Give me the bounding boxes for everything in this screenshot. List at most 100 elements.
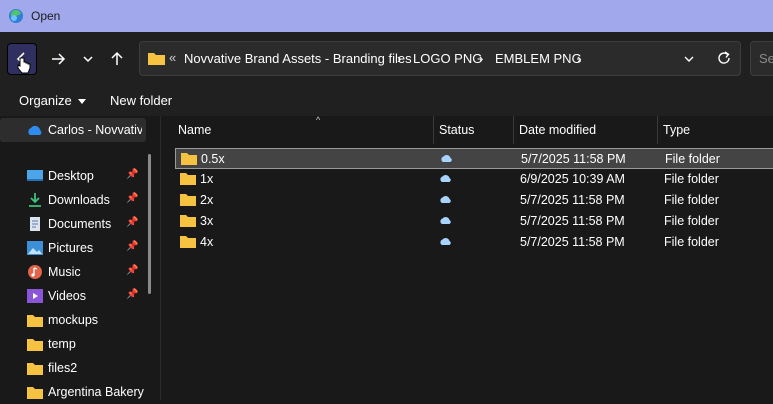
title-bar: Open: [0, 0, 773, 32]
cloud-icon: [28, 125, 42, 135]
table-row[interactable]: 0.5x 5/7/2025 11:58 PM File folder: [175, 148, 773, 169]
navigation-bar: « Novvative Brand Assets - Branding file…: [0, 32, 773, 86]
cloud-icon: [440, 195, 451, 203]
sidebar-item-label: Desktop: [48, 169, 94, 183]
folder-icon: [180, 236, 196, 248]
column-divider[interactable]: [657, 116, 658, 144]
sidebar-item-onedrive[interactable]: Carlos - Novvative: [0, 118, 146, 142]
breadcrumb-emblem-png[interactable]: EMBLEM PNG: [495, 51, 582, 66]
desktop-icon: [27, 170, 43, 181]
documents-icon: [30, 217, 40, 231]
file-type: File folder: [664, 193, 719, 207]
column-divider[interactable]: [433, 116, 434, 144]
pin-icon: 📌: [126, 289, 139, 300]
file-type: File folder: [664, 214, 719, 228]
music-icon: [28, 265, 42, 279]
sidebar-item-label: Carlos - Novvative: [48, 123, 142, 137]
folder-icon: [180, 173, 196, 185]
chevron-down-icon: [77, 99, 86, 105]
sidebar-item-temp[interactable]: temp: [0, 332, 150, 356]
sidebar-scrollbar[interactable]: [148, 154, 151, 294]
folder-icon: [27, 387, 43, 399]
cloud-icon: [440, 237, 451, 245]
up-button[interactable]: [102, 44, 132, 74]
videos-icon: [27, 289, 43, 303]
file-type: File folder: [664, 172, 719, 186]
forward-arrow-icon: [52, 53, 66, 65]
file-name: 1x: [200, 172, 214, 186]
sidebar-item-label: mockups: [48, 313, 99, 327]
table-row[interactable]: 3x 5/7/2025 11:58 PM File folder: [175, 211, 773, 232]
sidebar-item-files2[interactable]: files2: [0, 356, 150, 380]
sidebar-item-mockups[interactable]: mockups: [0, 308, 150, 332]
column-header-status[interactable]: Status: [439, 116, 513, 144]
command-bar: Organize New folder: [0, 86, 773, 116]
sidebar-item-downloads[interactable]: Downloads 📌: [0, 188, 150, 212]
sidebar-item-label: Videos: [48, 289, 86, 303]
file-name: 0.5x: [201, 152, 225, 166]
organize-menu[interactable]: Organize: [19, 93, 86, 108]
sidebar-item-music[interactable]: Music 📌: [0, 260, 150, 284]
sidebar-item-pictures[interactable]: Pictures 📌: [0, 236, 150, 260]
cloud-icon: [441, 154, 452, 162]
overflow-chevron[interactable]: «: [169, 50, 176, 65]
folder-icon: [27, 315, 43, 327]
cloud-icon: [440, 216, 451, 224]
pin-icon: 📌: [126, 169, 139, 180]
file-name: 4x: [200, 235, 214, 249]
date-modified: 5/7/2025 11:58 PM: [520, 214, 625, 228]
pin-icon: 📌: [126, 217, 139, 228]
sidebar-item-label: Pictures: [48, 241, 94, 255]
date-modified: 5/7/2025 11:58 PM: [520, 235, 625, 249]
sidebar-item-label: Argentina Bakery: [48, 385, 144, 399]
search-input[interactable]: Se: [750, 41, 773, 76]
pin-icon: 📌: [126, 193, 139, 204]
folder-icon: [181, 153, 197, 165]
sidebar-item-argentina-bakery[interactable]: Argentina Bakery: [0, 380, 150, 404]
pin-icon: 📌: [126, 265, 139, 276]
navigation-pane: Carlos - Novvative Desktop 📌 Downloads 📌…: [0, 116, 152, 400]
column-divider[interactable]: [513, 116, 514, 144]
window-title: Open: [31, 9, 61, 23]
sidebar-item-videos[interactable]: Videos 📌: [0, 284, 150, 308]
sidebar-item-label: Downloads: [48, 193, 110, 207]
column-header-date-modified[interactable]: Date modified: [519, 116, 657, 144]
table-row[interactable]: 1x 6/9/2025 10:39 AM File folder: [175, 169, 773, 190]
date-modified: 5/7/2025 11:58 PM: [521, 152, 626, 166]
breadcrumb-separator[interactable]: ›: [479, 51, 483, 66]
download-icon: [29, 193, 41, 207]
recent-locations-button[interactable]: [73, 44, 103, 74]
folder-icon: [180, 215, 196, 227]
forward-button[interactable]: [43, 44, 73, 74]
file-name: 3x: [200, 214, 214, 228]
sidebar-item-label: Music: [48, 265, 81, 279]
refresh-icon[interactable]: [716, 50, 732, 66]
pin-icon: 📌: [126, 241, 139, 252]
column-header-name[interactable]: Name ^: [178, 115, 434, 144]
folder-icon: [27, 339, 43, 351]
column-header-type[interactable]: Type: [663, 116, 773, 144]
breadcrumb-separator[interactable]: ›: [577, 51, 581, 66]
breadcrumb-separator[interactable]: ›: [397, 51, 401, 66]
sort-ascending-icon: ^: [316, 115, 321, 125]
chevron-down-icon: [83, 56, 93, 63]
address-dropdown-icon[interactable]: [682, 52, 696, 66]
file-name: 2x: [200, 193, 214, 207]
sidebar-item-desktop[interactable]: Desktop 📌: [0, 164, 150, 188]
new-folder-button[interactable]: New folder: [110, 93, 172, 108]
back-button[interactable]: [7, 43, 37, 75]
hand-cursor-icon: [17, 57, 31, 74]
address-bar[interactable]: « Novvative Brand Assets - Branding file…: [139, 41, 741, 76]
pictures-icon: [27, 241, 43, 255]
app-icon: [9, 9, 23, 23]
table-row[interactable]: 4x 5/7/2025 11:58 PM File folder: [175, 232, 773, 253]
folder-icon: [27, 363, 43, 375]
sidebar-item-documents[interactable]: Documents 📌: [0, 212, 150, 236]
breadcrumb-brand-assets[interactable]: Novvative Brand Assets - Branding files: [184, 51, 412, 66]
sidebar-item-label: Documents: [48, 217, 112, 231]
table-row[interactable]: 2x 5/7/2025 11:58 PM File folder: [175, 190, 773, 211]
sidebar-item-label: files2: [48, 361, 78, 375]
file-type: File folder: [665, 152, 720, 166]
date-modified: 6/9/2025 10:39 AM: [520, 172, 625, 186]
breadcrumb-logo-png[interactable]: LOGO PNG: [413, 51, 482, 66]
